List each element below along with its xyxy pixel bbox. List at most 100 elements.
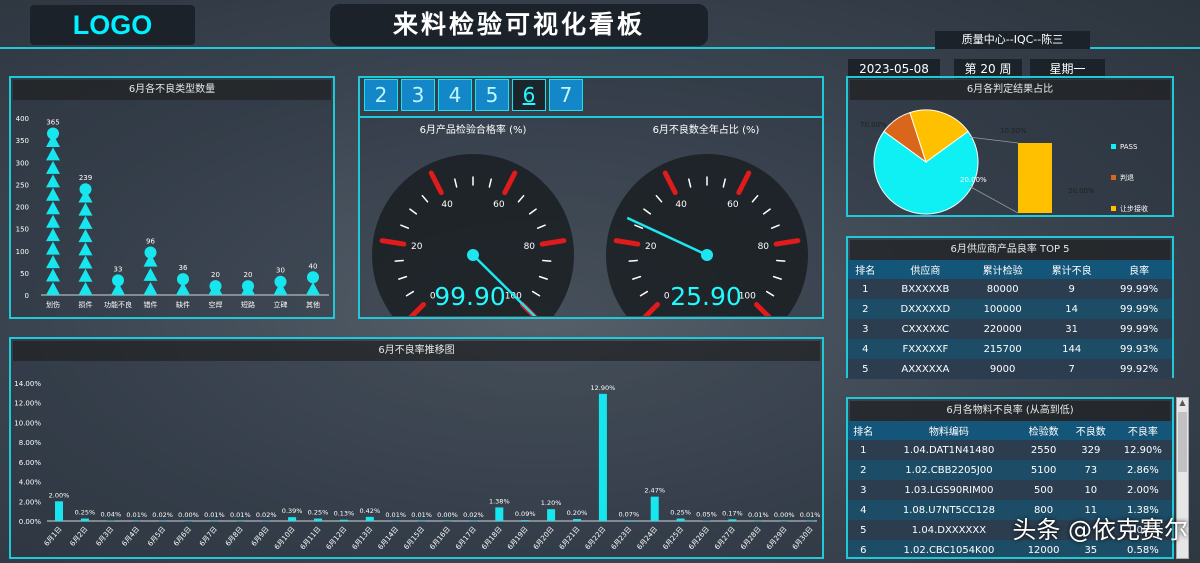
material-cell: 1.08.U7NT5CC128	[878, 500, 1020, 520]
trend-bar	[650, 496, 659, 521]
month-button-5[interactable]: 5	[475, 79, 509, 111]
category-label: 空焊	[209, 300, 223, 309]
trend-bar	[495, 507, 504, 521]
y-tick-label: 8.00%	[19, 439, 42, 447]
bar-label: 20.00%	[1068, 187, 1095, 195]
material-cell: 500	[1019, 480, 1068, 500]
gauge-tick	[773, 238, 801, 247]
trend-bar	[417, 520, 426, 522]
bar-value-label: 239	[79, 174, 92, 182]
supplier-cell: 80000	[968, 279, 1038, 299]
scrollbar-thumb[interactable]	[1178, 412, 1187, 472]
date-label: 6月23日	[610, 525, 634, 551]
y-tick-label: 50	[20, 270, 29, 278]
trend-bar	[262, 520, 271, 522]
y-tick-label: 0.00%	[19, 518, 42, 526]
material-cell: 73	[1067, 460, 1114, 480]
category-label: 功能不良	[104, 300, 132, 309]
date-label: 6月16日	[428, 525, 452, 551]
defect-share-title: 6月不良数全年占比 (%)	[652, 125, 760, 136]
defect-type-panel: 6月各不良类型数量 0 50 100 150 200 250 300 350 400 365 划伤 2…	[9, 76, 335, 319]
trend-value-label: 2.47%	[644, 487, 665, 495]
scroll-up-icon[interactable]: ▲	[1177, 398, 1188, 410]
trend-bar	[547, 509, 556, 521]
supplier-row: 5 AXXXXXA 9000 7 99.92%	[848, 359, 1172, 379]
supplier-row: 3 CXXXXXC 220000 31 99.99%	[848, 319, 1172, 339]
defect-type-title: 6月各不良类型数量	[13, 80, 331, 100]
month-button-7[interactable]: 7	[549, 79, 583, 111]
gauge-hub	[467, 249, 479, 261]
month-button-2[interactable]: 2	[364, 79, 398, 111]
trend-value-label: 0.01%	[126, 511, 147, 519]
gauge-tick-label: 20	[645, 242, 657, 252]
y-tick-label: 250	[16, 181, 29, 189]
supplier-header: 累计检验	[968, 260, 1038, 279]
judgement-panel: 6月各判定结果占比 70.00% 10.00% 20.00% 20.00% PASS 判退…	[846, 76, 1174, 217]
gauge-tick-label: 40	[675, 200, 687, 210]
pie-label: 20.00%	[960, 176, 987, 184]
trend-value-label: 1.20%	[541, 499, 562, 507]
date-label: 6月19日	[506, 525, 530, 551]
material-row: 1 1.04.DAT1N41480 2550 329 12.90%	[848, 440, 1172, 460]
supplier-cell: 2	[848, 299, 883, 319]
trend-bar	[184, 521, 193, 522]
month-button-3[interactable]: 3	[401, 79, 435, 111]
trend-value-label: 0.01%	[385, 511, 406, 519]
material-cell: 1.03.LGS90RIM00	[878, 480, 1020, 500]
defect-trend-panel: 6月不良率推移图 0.00% 2.00% 4.00% 6.00% 8.00% 10.00%…	[9, 337, 824, 559]
bar-value-label: 20	[244, 271, 253, 279]
trend-bar	[521, 520, 530, 521]
date-label: 6月12日	[325, 525, 349, 551]
date-label: 6月18日	[480, 525, 504, 551]
gauge-tick	[613, 238, 641, 247]
trend-value-label: 0.42%	[359, 507, 380, 515]
date-label: 6月29日	[765, 525, 789, 551]
material-header: 不良数	[1067, 421, 1114, 440]
trend-value-label: 0.13%	[334, 510, 355, 518]
gauge-tick-label: 40	[441, 200, 453, 210]
defect-type-chart: 0 50 100 150 200 250 300 350 400 365 划伤 239 损件 33 功能不良…	[16, 115, 329, 309]
supplier-cell: 144	[1037, 339, 1107, 359]
bar-value-label: 40	[309, 262, 318, 270]
trend-value-label: 12.90%	[591, 384, 616, 392]
supplier-header: 良率	[1106, 260, 1172, 279]
y-tick-label: 150	[16, 226, 29, 234]
supplier-cell: 31	[1037, 319, 1107, 339]
legend-swatch	[1111, 206, 1116, 211]
y-tick-label: 14.00%	[14, 380, 41, 388]
material-title: 6月各物料不良率 (从高到低)	[850, 401, 1170, 421]
supplier-row: 1 BXXXXXB 80000 9 99.99%	[848, 279, 1172, 299]
date-label: 6月24日	[636, 525, 660, 551]
trend-bar	[55, 501, 63, 521]
bar-其他	[306, 271, 320, 295]
bar-立碑	[273, 275, 288, 295]
supplier-cell: BXXXXXB	[882, 279, 969, 299]
date-label: 6月7日	[198, 525, 219, 548]
trend-value-label: 1.38%	[489, 497, 510, 505]
trend-bar	[158, 520, 167, 522]
date-label: 6月17日	[454, 525, 478, 551]
trend-bar	[702, 520, 711, 522]
legend-swatch	[1111, 175, 1116, 180]
material-cell: 2550	[1019, 440, 1068, 460]
bar-value-label: 36	[179, 264, 188, 272]
pie-label: 70.00%	[860, 121, 887, 129]
month-button-4[interactable]: 4	[438, 79, 472, 111]
month-button-6[interactable]: 6	[512, 79, 546, 111]
supplier-cell: AXXXXXA	[882, 359, 969, 379]
y-tick-label: 0	[25, 292, 29, 300]
trend-bar	[391, 520, 400, 522]
bar-划伤	[46, 127, 60, 295]
date-label: 6月3日	[94, 525, 115, 548]
trend-value-label: 0.02%	[256, 511, 277, 519]
supplier-header: 累计不良	[1037, 260, 1107, 279]
supplier-cell: 14	[1037, 299, 1107, 319]
trend-value-label: 0.04%	[100, 511, 121, 519]
supplier-cell: 7	[1037, 359, 1107, 379]
material-cell: 1.04.DXXXXXX	[878, 520, 1020, 540]
pie-secondary-bar	[1018, 143, 1052, 213]
supplier-cell: DXXXXXD	[882, 299, 969, 319]
trend-value-label: 0.25%	[308, 509, 329, 517]
supplier-cell: 9000	[968, 359, 1038, 379]
trend-value-label: 0.00%	[774, 511, 795, 519]
